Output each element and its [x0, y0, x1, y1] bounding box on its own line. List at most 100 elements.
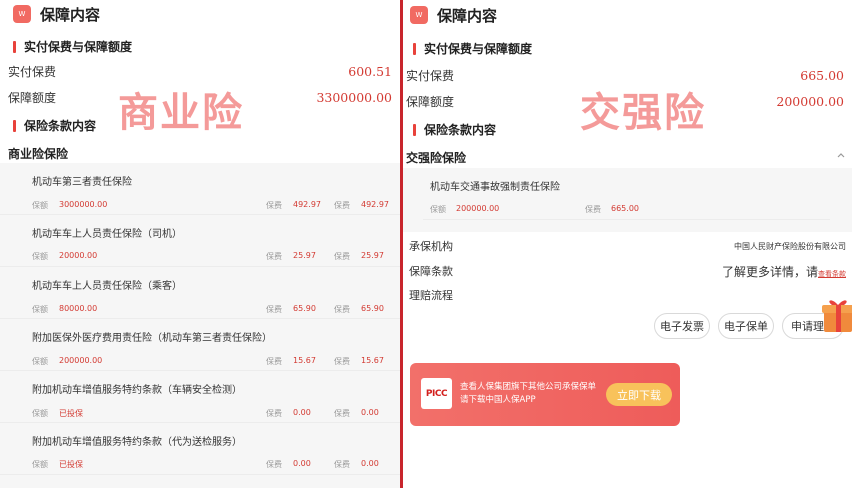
section-title: 实付保费与保障额度: [424, 42, 533, 56]
insurer-label: 承保机构: [409, 240, 453, 253]
e-invoice-button[interactable]: 电子发票: [654, 313, 710, 339]
section-bar: [13, 119, 16, 132]
premium-label: 保费: [266, 409, 282, 418]
premium-label: 保费: [334, 305, 350, 314]
terms-hint: 了解更多详情，请查看条款: [722, 263, 846, 280]
coverage-items-list: 机动车交通事故强制责任保险 保额 200000.00 保费 665.00: [403, 168, 852, 232]
commercial-insurance-panel: W 保障内容 实付保费与保障额度 实付保费 600.51 保障额度 330000…: [0, 0, 400, 488]
download-now-button[interactable]: 立即下载: [606, 383, 672, 406]
premium-value: 492.97: [293, 200, 321, 209]
section-premium-heading: 实付保费与保障额度: [413, 40, 532, 57]
premium-value: 25.97: [293, 251, 316, 260]
paid-premium-label: 实付保费: [406, 68, 455, 83]
amount-label: 保额: [430, 205, 446, 214]
premium-label: 保费: [334, 201, 350, 210]
insurer-value: 中国人民财产保险股份有限公司: [734, 241, 846, 251]
premium-value: 492.97: [361, 200, 389, 209]
premium-label: 保费: [266, 357, 282, 366]
section-premium-heading: 实付保费与保障额度: [13, 38, 132, 55]
amount-value: 20000.00: [59, 251, 98, 260]
section-title: 保险条款内容: [424, 123, 497, 137]
coverage-items-list: 机动车第三者责任保险 保额 3000000.00 保费 492.97 保费 49…: [0, 163, 400, 488]
gift-icon[interactable]: [821, 294, 852, 334]
picc-logo-icon: PICC: [421, 378, 452, 409]
amount-label: 保额: [32, 357, 48, 366]
premium-value: 0.00: [361, 459, 379, 468]
paid-premium-row: 实付保费 600.51: [8, 63, 392, 79]
coverage-item: 附加机动车增值服务特约条款（代为送检服务） 保额 已投保 保费 0.00 保费 …: [0, 423, 400, 475]
paid-premium-value: 600.51: [348, 63, 392, 79]
paid-premium-value: 665.00: [800, 67, 844, 83]
premium-value: 65.90: [361, 304, 384, 313]
terms-row: 保障条款 了解更多详情，请查看条款: [409, 262, 846, 280]
logo-icon: W: [410, 6, 428, 24]
amount-label: 保额: [32, 305, 48, 314]
premium-label: 保费: [266, 460, 282, 469]
amount-label: 保额: [32, 252, 48, 261]
claims-row: 理赔流程: [409, 287, 846, 303]
premium-label: 保费: [334, 409, 350, 418]
terms-label: 保障条款: [409, 265, 453, 278]
premium-value: 25.97: [361, 251, 384, 260]
compulsory-insurance-panel: W 保障内容 实付保费与保障额度 实付保费 665.00 保障额度 200000…: [403, 0, 852, 488]
premium-label: 保费: [266, 252, 282, 261]
section-title: 保险条款内容: [24, 119, 97, 133]
e-policy-button[interactable]: 电子保单: [718, 313, 774, 339]
premium-label: 保费: [334, 357, 350, 366]
coverage-item-name: 附加机动车增值服务特约条款（车辆安全检测）: [32, 385, 242, 396]
download-app-banner[interactable]: PICC 查看人保集团旗下其他公司承保保单请下载中国人保APP 立即下载: [410, 363, 680, 426]
amount-label: 保额: [32, 409, 48, 418]
amount-label: 保额: [32, 460, 48, 469]
section-title: 实付保费与保障额度: [24, 40, 133, 54]
view-terms-link[interactable]: 查看条款: [818, 270, 846, 278]
section-terms-heading: 保险条款内容: [13, 117, 96, 134]
premium-value: 15.67: [293, 356, 316, 365]
coverage-item: 机动车交通事故强制责任保险 保额 200000.00 保费 665.00: [423, 168, 830, 220]
terms-hint-text: 了解更多详情，请: [721, 264, 818, 279]
coverage-item-name: 附加机动车增值服务特约条款（代为送检服务）: [32, 437, 242, 448]
coverage-item: 机动车车上人员责任保险（乘客） 保额 80000.00 保费 65.90 保费 …: [0, 267, 400, 319]
section-bar: [13, 40, 16, 53]
premium-value: 0.00: [361, 408, 379, 417]
premium-value: 0.00: [293, 408, 311, 417]
amount-value: 已投保: [59, 409, 83, 418]
page-title: 保障内容: [437, 6, 498, 25]
logo-icon: W: [13, 5, 31, 23]
product-title: 商业险保险: [8, 147, 69, 161]
premium-value: 665.00: [611, 204, 639, 213]
premium-value: 15.67: [361, 356, 384, 365]
coverage-value: 3300000.00: [316, 89, 392, 105]
premium-value: 65.90: [293, 304, 316, 313]
section-bar: [413, 42, 416, 55]
section-bar: [413, 123, 416, 136]
coverage-item-name: 机动车车上人员责任保险（司机）: [32, 229, 182, 240]
commercial-insurance-stamp: 商业险: [118, 90, 244, 136]
premium-value: 0.00: [293, 459, 311, 468]
insurer-row: 承保机构 中国人民财产保险股份有限公司: [409, 238, 846, 254]
section-terms-heading: 保险条款内容: [413, 121, 496, 138]
coverage-item: 机动车第三者责任保险 保额 3000000.00 保费 492.97 保费 49…: [0, 163, 400, 215]
amount-value: 3000000.00: [59, 200, 108, 209]
amount-label: 保额: [32, 201, 48, 210]
claims-label[interactable]: 理赔流程: [409, 287, 453, 303]
premium-label: 保费: [266, 201, 282, 210]
coverage-label: 保障额度: [406, 94, 455, 109]
header: W 保障内容: [410, 1, 497, 29]
coverage-value: 200000.00: [776, 93, 844, 109]
amount-value: 200000.00: [456, 204, 500, 213]
chevron-up-icon[interactable]: [836, 151, 846, 159]
coverage-item-name: 机动车车上人员责任保险（乘客）: [32, 281, 182, 292]
coverage-item: 附加机动车增值服务特约条款（车辆安全检测） 保额 已投保 保费 0.00 保费 …: [0, 371, 400, 423]
paid-premium-label: 实付保费: [8, 64, 57, 79]
premium-label: 保费: [266, 305, 282, 314]
coverage-item-name: 机动车交通事故强制责任保险: [430, 182, 560, 193]
coverage-item: 机动车车上人员责任保险（司机） 保额 20000.00 保费 25.97 保费 …: [0, 215, 400, 267]
premium-label: 保费: [585, 205, 601, 214]
banner-text: 查看人保集团旗下其他公司承保保单请下载中国人保APP: [460, 382, 597, 405]
coverage-item-name: 附加医保外医疗费用责任险（机动车第三者责任保险）: [32, 333, 272, 344]
header: W 保障内容: [13, 0, 100, 28]
coverage-label: 保障额度: [8, 90, 57, 105]
coverage-item-name: 机动车第三者责任保险: [32, 177, 132, 188]
amount-value: 200000.00: [59, 356, 103, 365]
amount-value: 80000.00: [59, 304, 98, 313]
